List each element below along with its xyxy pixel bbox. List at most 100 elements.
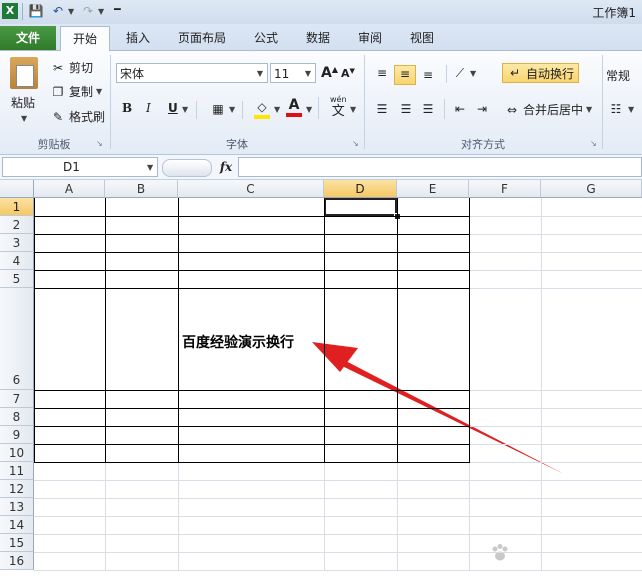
tab-view[interactable]: 视图: [402, 28, 442, 48]
row-header-11[interactable]: 11: [0, 462, 34, 480]
orientation-dropdown-icon[interactable]: ▼: [470, 69, 476, 78]
tab-page-layout[interactable]: 页面布局: [170, 28, 234, 48]
italic-button[interactable]: I: [146, 101, 151, 115]
merge-center-button[interactable]: ⇔ 合并后居中 ▼: [504, 101, 592, 118]
table-border: [34, 234, 470, 235]
align-right-icon[interactable]: ☰: [420, 101, 436, 117]
align-center-icon[interactable]: ☰: [398, 101, 414, 117]
redo-dropdown-icon[interactable]: ▼: [98, 7, 104, 16]
row-header-13[interactable]: 13: [0, 498, 34, 516]
name-box-dropdown-icon[interactable]: ▼: [147, 163, 153, 172]
row-header-1[interactable]: 1: [0, 198, 34, 216]
fill-color-icon[interactable]: ◇: [254, 99, 270, 119]
font-launcher-icon[interactable]: ↘: [352, 139, 359, 148]
ribbon: 粘贴 ▼ ✂ 剪切 ❐ 复制 ▼ ✎ 格式刷 剪贴板 ↘ 宋体 ▼ 11 ▼ A▲ A▼…: [0, 51, 642, 155]
column-header-g[interactable]: G: [541, 180, 642, 198]
column-header-f[interactable]: F: [469, 180, 541, 198]
increase-indent-icon[interactable]: ⇥: [474, 101, 490, 117]
tab-data[interactable]: 数据: [298, 28, 338, 48]
row-header-7[interactable]: 7: [0, 390, 34, 408]
underline-button[interactable]: U: [168, 101, 178, 115]
column-header-d[interactable]: D: [324, 180, 397, 198]
divider: [196, 101, 197, 119]
font-name-dropdown-icon[interactable]: ▼: [257, 64, 263, 84]
font-size-box[interactable]: 11 ▼: [270, 63, 316, 83]
shrink-font-icon[interactable]: A▼: [341, 67, 355, 80]
alignment-launcher-icon[interactable]: ↘: [590, 139, 597, 148]
copy-dropdown-icon[interactable]: ▼: [96, 87, 102, 96]
column-header-b[interactable]: B: [105, 180, 178, 198]
copy-button[interactable]: ❐ 复制 ▼: [50, 83, 103, 100]
tab-insert[interactable]: 插入: [118, 28, 158, 48]
merge-dropdown-icon[interactable]: ▼: [586, 105, 592, 114]
insert-function-button[interactable]: fx: [214, 157, 238, 177]
column-header-e[interactable]: E: [397, 180, 469, 198]
number-format-box[interactable]: 常规: [606, 67, 630, 84]
borders-icon[interactable]: ▦: [210, 101, 226, 117]
font-name-box[interactable]: 宋体 ▼: [116, 63, 268, 83]
save-icon[interactable]: 💾: [28, 3, 44, 19]
selected-cell[interactable]: [324, 198, 397, 216]
row-header-9[interactable]: 9: [0, 426, 34, 444]
fill-color-dropdown-icon[interactable]: ▼: [274, 105, 280, 114]
tab-review[interactable]: 审阅: [350, 28, 390, 48]
font-color-dropdown-icon[interactable]: ▼: [306, 105, 312, 114]
table-border: [34, 270, 470, 271]
customize-toolbar-icon[interactable]: ━: [114, 3, 121, 16]
name-box-value: D1: [63, 160, 80, 174]
row-header-2[interactable]: 2: [0, 216, 34, 234]
currency-icon[interactable]: ☷: [608, 101, 624, 117]
divider: [364, 55, 365, 149]
row-header-15[interactable]: 15: [0, 534, 34, 552]
row-header-14[interactable]: 14: [0, 516, 34, 534]
decrease-indent-icon[interactable]: ⇤: [452, 101, 468, 117]
paste-icon[interactable]: [10, 57, 38, 89]
grow-font-icon[interactable]: A▲: [321, 65, 338, 81]
name-box[interactable]: D1 ▼: [2, 157, 158, 177]
wrap-text-button[interactable]: ↵ 自动换行: [502, 63, 580, 83]
font-size-dropdown-icon[interactable]: ▼: [305, 64, 311, 84]
row-header-10[interactable]: 10: [0, 444, 34, 462]
row-header-16[interactable]: 16: [0, 552, 34, 570]
paste-button[interactable]: 粘贴: [11, 94, 35, 111]
underline-dropdown-icon[interactable]: ▼: [182, 105, 188, 114]
orientation-icon[interactable]: ⟋: [452, 65, 468, 81]
bold-button[interactable]: B: [122, 101, 132, 115]
clipboard-launcher-icon[interactable]: ↘: [96, 139, 103, 148]
select-all-button[interactable]: [0, 180, 34, 198]
row-header-3[interactable]: 3: [0, 234, 34, 252]
row-header-4[interactable]: 4: [0, 252, 34, 270]
row-header-5[interactable]: 5: [0, 270, 34, 288]
row-header-6[interactable]: 6: [0, 288, 34, 390]
clipboard-group-label: 剪贴板: [37, 138, 71, 151]
paste-dropdown-icon[interactable]: ▼: [21, 114, 27, 123]
column-header-a[interactable]: A: [34, 180, 105, 198]
tab-formulas[interactable]: 公式: [246, 28, 286, 48]
currency-dropdown-icon[interactable]: ▼: [628, 105, 634, 114]
cell-C6[interactable]: 百度经验演示换行: [182, 332, 294, 352]
undo-dropdown-icon[interactable]: ▼: [68, 7, 74, 16]
format-painter-button[interactable]: ✎ 格式刷: [50, 108, 105, 125]
redo-icon[interactable]: ↷: [80, 3, 96, 19]
tab-home[interactable]: 开始: [60, 26, 110, 51]
align-middle-icon[interactable]: ≡: [394, 65, 416, 85]
borders-dropdown-icon[interactable]: ▼: [229, 105, 235, 114]
row-header-12[interactable]: 12: [0, 480, 34, 498]
column-header-c[interactable]: C: [178, 180, 324, 198]
spreadsheet-grid[interactable]: 百度经验演示换行 A B C D E F G 1 2 3 4 5 6 7 8 9 10 11 12 13 14 15 16: [0, 180, 642, 580]
divider: [444, 99, 445, 119]
formula-bar-handle[interactable]: [162, 159, 212, 177]
tab-file[interactable]: 文件: [0, 26, 56, 50]
align-bottom-icon[interactable]: ≡: [420, 67, 436, 83]
phonetic-dropdown-icon[interactable]: ▼: [350, 105, 356, 114]
align-left-icon[interactable]: ☰: [374, 101, 390, 117]
formula-input[interactable]: [238, 157, 642, 177]
cut-button[interactable]: ✂ 剪切: [50, 59, 93, 76]
font-color-icon[interactable]: A: [286, 97, 302, 117]
row-header-8[interactable]: 8: [0, 408, 34, 426]
align-top-icon[interactable]: ≡: [374, 65, 390, 81]
gridline: [541, 198, 542, 570]
phonetic-icon[interactable]: wén 文: [330, 95, 347, 119]
undo-icon[interactable]: ↶: [50, 3, 66, 19]
phonetic-pinyin: wén: [330, 95, 347, 104]
